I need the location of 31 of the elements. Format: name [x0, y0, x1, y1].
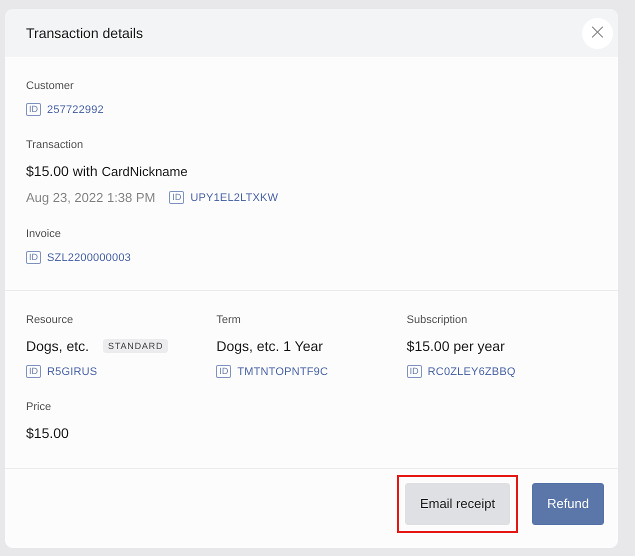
field-value: $15.00 with [26, 162, 98, 180]
transaction-date: Aug 23, 2022 1:38 PM [26, 190, 156, 206]
field-label: Transaction [26, 138, 84, 152]
field-value: $15.00 [26, 424, 69, 442]
field-label: Invoice [26, 227, 62, 242]
field-label: Subscription [406, 313, 468, 328]
email-receipt-button[interactable]: Email receipt [404, 482, 510, 525]
close-button[interactable]: × [582, 18, 613, 49]
id-link[interactable]: RC0ZLEY6ZBBQ [428, 366, 516, 378]
field-value: Dogs, etc. [26, 337, 90, 356]
id-link[interactable]: TMTNTOPNTF9C [237, 366, 328, 378]
field-label: Resource [26, 313, 74, 328]
card-nickname: CardNickname [102, 164, 188, 179]
field-label: Price [26, 400, 52, 414]
id-tag: ID [406, 365, 422, 378]
id-link[interactable]: 257722992 [47, 104, 104, 116]
id-tag: ID [26, 251, 41, 264]
id-tag: ID [26, 365, 41, 378]
field-label: Term [216, 313, 242, 328]
field-value: $15.00 per year [406, 337, 505, 356]
id-tag: ID [26, 103, 41, 116]
id-link[interactable]: UPY1EL2LTXKW [190, 192, 278, 204]
id-tag: ID [216, 365, 232, 378]
field-value: Dogs, etc. 1 Year [216, 337, 323, 356]
id-link[interactable]: R5GIRUS [47, 366, 98, 378]
refund-button[interactable]: Refund [532, 482, 604, 525]
field-label: Customer [26, 79, 75, 94]
plan-badge: STANDARD [103, 339, 168, 354]
id-tag: ID [169, 191, 184, 204]
id-link[interactable]: SZL2200000003 [47, 252, 131, 264]
dialog-title: Transaction details [26, 25, 143, 42]
